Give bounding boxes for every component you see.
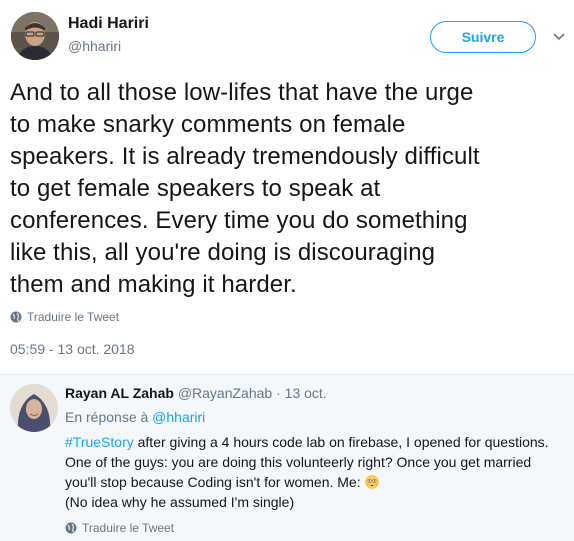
tweet-text: And to all those low-lifes that have the… <box>10 79 480 298</box>
reply-avatar-image <box>10 384 58 432</box>
author-handle[interactable]: @hhariri <box>68 38 121 54</box>
translate-label: Traduire le Tweet <box>27 310 120 324</box>
author-avatar-image <box>11 12 59 60</box>
reply-display-name[interactable]: Rayan AL Zahab <box>65 385 174 401</box>
reply-line-3-text: you'll stop because Coding isn't for wom… <box>65 474 365 490</box>
reply-text: #TrueStory after giving a 4 hours code l… <box>65 432 565 512</box>
reply-translate-tweet-link[interactable]: Traduire le Tweet <box>65 521 174 535</box>
author-avatar[interactable] <box>11 12 59 60</box>
reply-header: Rayan AL Zahab @RayanZahab · 13 oct. <box>65 385 327 401</box>
reply-line-2: One of the guys: you are doing this volu… <box>65 454 532 470</box>
tweet-timestamp[interactable]: 05:59 - 13 oct. 2018 <box>10 341 135 357</box>
globe-icon <box>65 522 77 534</box>
globe-icon <box>10 311 22 323</box>
reply-line-1: #TrueStory after giving a 4 hours code l… <box>65 432 565 452</box>
chevron-down-icon[interactable] <box>552 30 566 44</box>
translate-tweet-link[interactable]: Traduire le Tweet <box>10 310 119 324</box>
flushed-face-icon <box>364 475 379 489</box>
reply-handle[interactable]: @RayanZahab <box>178 385 272 401</box>
in-reply-mention-link[interactable]: @hhariri <box>152 409 205 425</box>
reply-separator: · <box>272 385 285 401</box>
reply-line-3: you'll stop because Coding isn't for wom… <box>65 472 565 492</box>
reply-line-4: (No idea why he assumed I'm single) <box>65 494 295 510</box>
reply-avatar[interactable] <box>10 384 58 432</box>
reply-date[interactable]: 13 oct. <box>285 385 327 401</box>
follow-button[interactable]: Suivre <box>430 21 536 53</box>
reply-line-1-text: after giving a 4 hours code lab on fireb… <box>133 434 549 450</box>
in-reply-to: En réponse à @hhariri <box>65 409 205 425</box>
reply-translate-label: Traduire le Tweet <box>82 521 175 535</box>
hashtag-link[interactable]: #TrueStory <box>65 434 134 450</box>
author-display-name[interactable]: Hadi Hariri <box>68 15 149 33</box>
reply-tweet[interactable]: Rayan AL Zahab @RayanZahab · 13 oct. En … <box>0 374 574 541</box>
in-reply-prefix: En réponse à <box>65 409 153 425</box>
main-tweet: Hadi Hariri @hhariri Suivre And to all t… <box>0 0 574 374</box>
